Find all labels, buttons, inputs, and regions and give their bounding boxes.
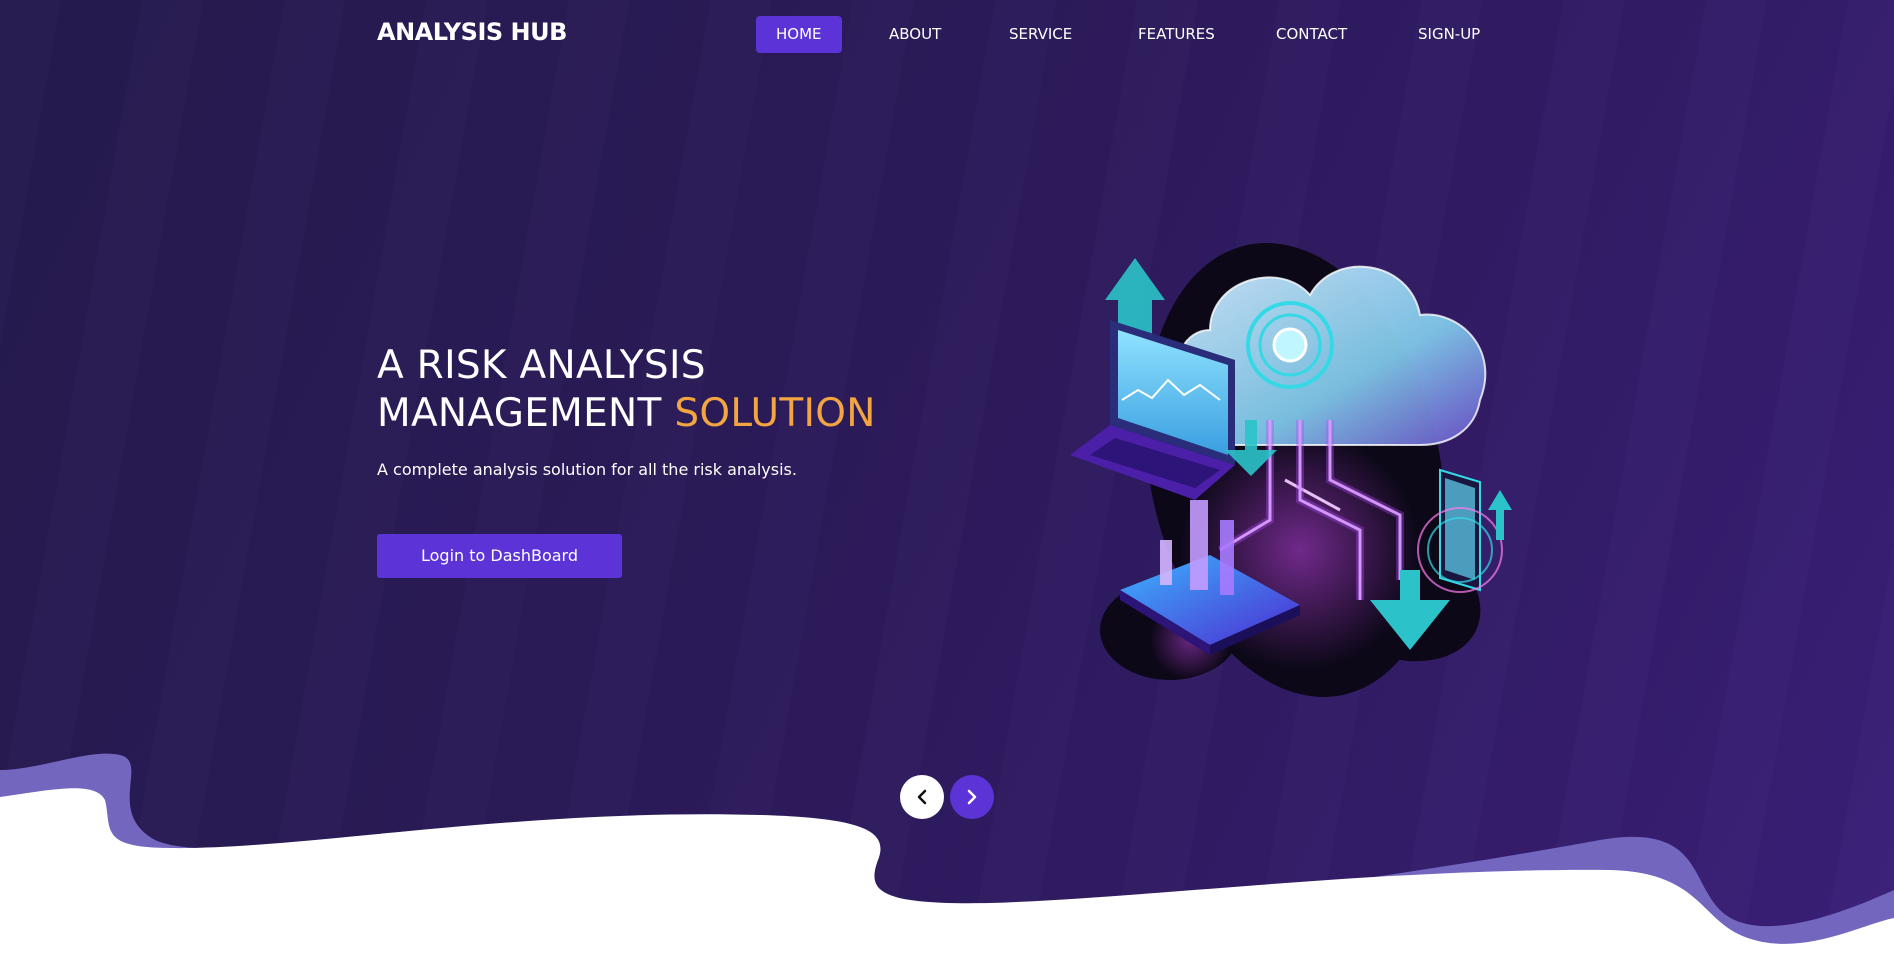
hero-subtitle: A complete analysis solution for all the… xyxy=(377,460,797,479)
slider-next-button[interactable] xyxy=(950,775,994,819)
nav-item-signup[interactable]: SIGN-UP xyxy=(1418,16,1480,53)
nav-item-features[interactable]: FEATURES xyxy=(1138,16,1215,53)
hero-headline-line2: MANAGEMENT xyxy=(377,391,675,436)
nav-item-service[interactable]: SERVICE xyxy=(1009,16,1072,53)
hero-wave-divider xyxy=(0,753,1894,955)
hero-headline-accent: SOLUTION xyxy=(674,391,876,436)
login-dashboard-button[interactable]: Login to DashBoard xyxy=(377,534,622,578)
isometric-cloud-data-illustration xyxy=(1070,243,1512,697)
chevron-left-icon xyxy=(917,789,927,805)
slider-prev-button[interactable] xyxy=(900,775,944,819)
chevron-right-icon xyxy=(967,789,977,805)
landing-page: ANALYSIS HUB HOME ABOUT SERVICE FEATURES… xyxy=(0,0,1894,955)
nav-item-home[interactable]: HOME xyxy=(756,16,842,53)
nav-item-about[interactable]: ABOUT xyxy=(889,16,941,53)
hero-headline: A RISK ANALYSIS MANAGEMENT SOLUTION xyxy=(377,342,876,438)
nav-item-contact[interactable]: CONTACT xyxy=(1276,16,1347,53)
hero-headline-line1: A RISK ANALYSIS xyxy=(377,343,706,388)
brand-logo[interactable]: ANALYSIS HUB xyxy=(377,18,567,46)
